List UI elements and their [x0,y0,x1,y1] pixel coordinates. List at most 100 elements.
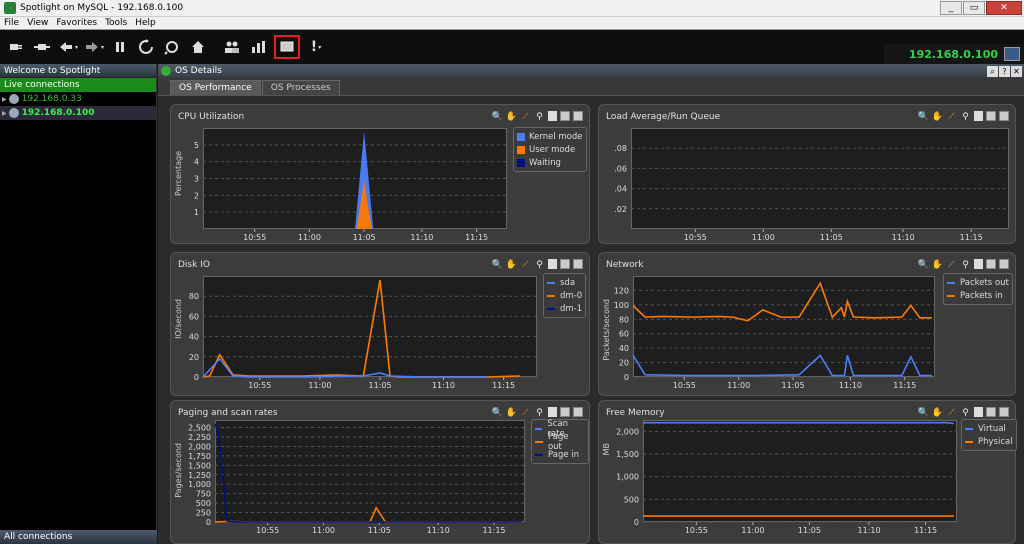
x-tick-label: 11:15 [465,233,488,242]
x-tick-label: 11:15 [492,381,515,390]
close-button[interactable]: ✕ [986,1,1022,15]
users-icon[interactable] [222,37,242,57]
chart-legend: Virtual Physical [961,419,1017,451]
x-tick-label: 11:00 [308,381,331,390]
legend-swatch [947,294,955,297]
x-tick-label: 11:10 [892,233,915,242]
panel-cpu: CPU Utilization 🔍 ✋ ⟋ ⚲ Percentage 1 2 3 4 5 10:55 1… [170,104,590,244]
x-tick-label: 11:15 [914,526,937,535]
legend-label: Kernel mode [529,131,583,142]
legend-swatch [535,453,543,456]
pane-header: OS Details ⌕? ✕ [158,64,1024,78]
forward-arrow-icon[interactable]: ▾ [84,37,104,57]
x-tick-label: 11:00 [727,381,750,390]
pane-title: OS Details [175,66,222,76]
series-line-packets-out [632,354,932,377]
os-details-monitor-button[interactable] [274,35,300,59]
x-tick-label: 11:00 [752,233,775,242]
y-tick-label: 1,750 [188,452,211,461]
y-tick-label: 1 [194,208,199,217]
x-tick-label: 11:15 [482,526,505,535]
tab-os-performance[interactable]: OS Performance [170,80,261,95]
tab-os-processes[interactable]: OS Processes [261,80,340,95]
diagnose-icon[interactable] [162,37,182,57]
legend-item: dm-0 [547,289,582,302]
legend-label: dm-1 [560,303,583,314]
x-tick-label: 11:10 [839,381,862,390]
pause-icon[interactable] [110,37,130,57]
x-tick-label: 11:10 [427,526,450,535]
y-tick-label: 4 [194,158,199,167]
x-tick-label: 10:55 [243,233,266,242]
chart-svg: .02 .04 .06 .08 10:55 11:00 11:05 11:10 11:15 [614,144,1009,242]
legend-item: Page out [535,432,585,452]
sidebar-header[interactable]: Welcome to Spotlight [0,64,156,78]
legend-swatch [517,145,525,154]
menu-help[interactable]: Help [131,18,160,28]
y-tick-label: 120 [614,286,629,295]
expand-arrow-icon[interactable]: ▶ [2,96,7,103]
connection-item[interactable]: ▶ 192.168.0.33 [0,92,156,106]
y-tick-label: 80 [189,292,199,301]
legend-item: Waiting [517,156,583,169]
panel-mem: Free Memory 🔍 ✋ ⟋ ⚲ MB 0 500 1,000 1,500 2,000 10:5… [598,400,1017,544]
y-tick-label: 1,500 [616,450,639,459]
home-icon[interactable] [188,37,208,57]
minimize-button[interactable]: _ [940,1,962,15]
y-tick-label: 0 [634,518,639,527]
menu-file[interactable]: File [0,18,23,28]
y-tick-label: 20 [189,353,199,362]
panel-paging: Paging and scan rates 🔍 ✋ ⟋ ⚲ Pages/second 0 25… [170,400,590,544]
legend-label: Packets out [960,277,1009,288]
search-icon[interactable]: ⌕ [987,65,998,77]
connection-label: 192.168.0.33 [21,94,82,104]
y-tick-label: 2,500 [188,424,211,433]
y-tick-label: 500 [624,495,639,504]
window-title: Spotlight on MySQL - 192.168.0.100 [20,3,184,13]
live-connections-header[interactable]: Live connections [0,78,156,92]
chart-legend: Kernel mode User mode Waiting [513,127,587,172]
y-tick-label: 2,000 [616,427,639,436]
series-line-dm-0 [202,279,521,378]
server-monitor-icon[interactable] [1004,47,1020,61]
expand-arrow-icon[interactable]: ▶ [2,110,7,117]
help-icon[interactable]: ? [999,65,1010,77]
toolbar: ▾ ▾ ! ▾ [0,30,1024,64]
y-tick-label: 60 [619,330,629,339]
alarm-exclamation-icon[interactable]: ! ▾ [306,37,326,57]
series-line-page-in [214,423,522,523]
legend-swatch [517,158,525,167]
connection-item-selected[interactable]: ▶ 192.168.0.100 [0,106,156,120]
maximize-button[interactable]: ▭ [963,1,985,15]
bar-chart-icon[interactable] [248,37,268,57]
close-pane-icon[interactable]: ✕ [1011,65,1022,77]
tab-bar: OS Performance OS Processes [158,78,1024,96]
os-details-pane: OS Details ⌕? ✕ OS Performance OS Process… [158,64,1024,544]
x-tick-label: 10:55 [673,381,696,390]
connection-icon [8,108,19,118]
back-arrow-icon[interactable]: ▾ [58,37,78,57]
y-tick-label: .08 [614,144,627,153]
y-tick-label: 60 [189,312,199,321]
y-tick-label: 1,500 [188,461,211,470]
current-connection-ip: 192.168.0.100 [908,47,998,61]
y-tick-label: 0 [206,518,211,527]
refresh-icon[interactable] [136,37,156,57]
legend-swatch [547,281,555,284]
legend-swatch [965,440,973,443]
y-tick-label: 20 [619,359,629,368]
legend-swatch [535,440,543,443]
menu-view[interactable]: View [23,18,52,28]
legend-item: Virtual [965,422,1013,435]
menu-favorites[interactable]: Favorites [52,18,101,28]
x-tick-label: 11:15 [960,233,983,242]
disconnect-plug-button[interactable] [32,37,52,57]
legend-swatch [535,427,543,430]
legend-swatch [965,427,973,430]
menu-tools[interactable]: Tools [101,18,131,28]
connect-plug-button[interactable] [6,37,26,57]
y-tick-label: .04 [614,185,627,194]
x-tick-label: 11:10 [432,381,455,390]
chart-svg: 02505007501,0001,2501,5001,7502,0002,250… [188,423,525,535]
all-connections-footer[interactable]: All connections [0,530,157,544]
